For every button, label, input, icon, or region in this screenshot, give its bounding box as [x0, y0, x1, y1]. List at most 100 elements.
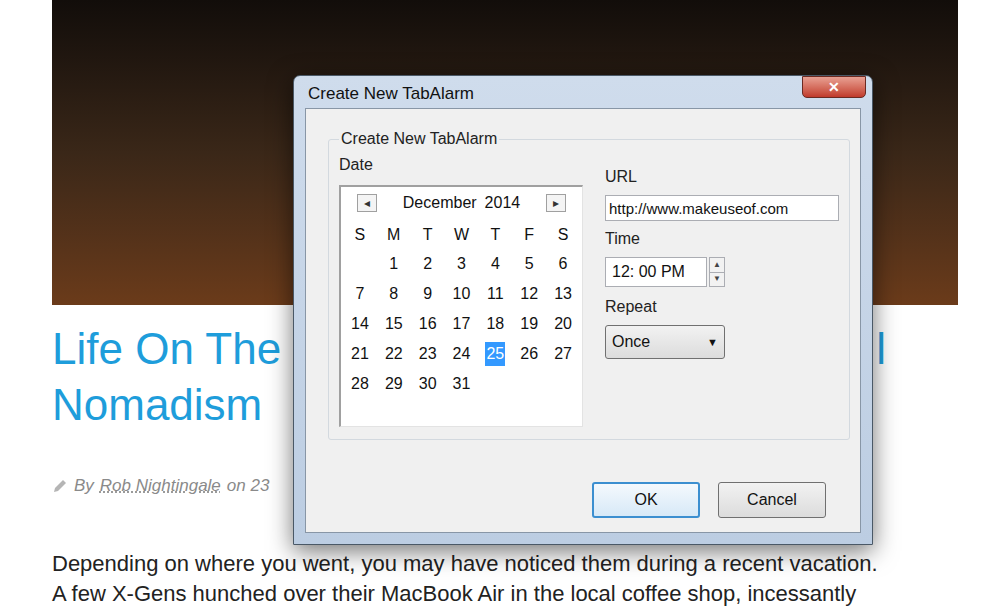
day-cell[interactable]: 19 [512, 312, 546, 336]
day-number[interactable]: 13 [553, 282, 573, 306]
day-cell[interactable]: 28 [343, 372, 377, 396]
day-number[interactable]: 7 [354, 282, 365, 306]
day-number[interactable]: 12 [519, 282, 539, 306]
heading-text[interactable]: Life On The [52, 321, 281, 377]
author-link[interactable]: Rob Nightingale [100, 473, 221, 499]
day-number[interactable]: 8 [388, 282, 399, 306]
cancel-button[interactable]: Cancel [718, 482, 826, 518]
day-number[interactable]: 27 [553, 342, 573, 366]
day-number[interactable]: 20 [553, 312, 573, 336]
body-line: A few X-Gens hunched over their MacBook … [52, 579, 952, 608]
day-cell[interactable]: 21 [343, 342, 377, 366]
day-cell[interactable]: 29 [377, 372, 411, 396]
day-number[interactable]: 2 [422, 252, 433, 276]
day-number[interactable]: 18 [485, 312, 505, 336]
day-cell[interactable]: 15 [377, 312, 411, 336]
next-month-button[interactable]: ▸ [546, 194, 566, 212]
prev-month-button[interactable]: ◂ [357, 194, 377, 212]
month-text[interactable]: December [403, 191, 477, 215]
day-cell[interactable]: 5 [512, 252, 546, 276]
day-number[interactable]: 23 [418, 342, 438, 366]
day-number[interactable]: 21 [350, 342, 370, 366]
day-number[interactable]: 11 [486, 282, 505, 306]
repeat-dropdown[interactable]: Once ▼ [605, 325, 725, 359]
spin-up-button[interactable]: ▲ [710, 258, 724, 273]
year-text[interactable]: 2014 [485, 191, 521, 215]
day-cell[interactable]: 22 [377, 342, 411, 366]
day-number[interactable]: 30 [418, 372, 438, 396]
day-number[interactable]: 1 [388, 252, 399, 276]
day-cell[interactable]: 16 [411, 312, 445, 336]
calendar-header: ◂ December 2014 ▸ [343, 191, 580, 215]
day-number[interactable]: 25 [485, 342, 505, 366]
day-cell[interactable]: 14 [343, 312, 377, 336]
day-cell[interactable]: 24 [445, 342, 479, 366]
day-cell[interactable]: 26 [512, 342, 546, 366]
day-number[interactable]: 15 [384, 312, 404, 336]
day-cell[interactable]: 18 [478, 312, 512, 336]
url-label: URL [605, 165, 839, 189]
day-cell[interactable]: 6 [546, 252, 580, 276]
fields-column: URLTime12: 00 PM▲▼RepeatOnce▼ [605, 153, 839, 427]
day-number[interactable]: 10 [452, 282, 472, 306]
week-row: 21 22 23 24 25 26 27 [343, 339, 580, 369]
weekday: F [512, 223, 546, 247]
group-content: Date◂December2014▸SMTWTFS123456789101112… [339, 153, 839, 427]
day-number[interactable]: 9 [422, 282, 433, 306]
day-cell[interactable]: 23 [411, 342, 445, 366]
time-picker[interactable]: 12: 00 PM▲▼ [605, 257, 839, 287]
spin-down-button[interactable]: ▼ [710, 273, 724, 287]
day-number[interactable]: 24 [452, 342, 472, 366]
day-cell[interactable]: 30 [411, 372, 445, 396]
group-box: Create New TabAlarmDate◂December2014▸SMT… [328, 127, 850, 440]
day-number[interactable]: 16 [418, 312, 438, 336]
day-number[interactable]: 26 [519, 342, 539, 366]
day-number[interactable]: 5 [524, 252, 535, 276]
day-number[interactable]: 3 [456, 252, 467, 276]
day-cell[interactable]: 12 [512, 282, 546, 306]
repeat-value: Once [612, 330, 650, 354]
day-cell[interactable]: 8 [377, 282, 411, 306]
dropdown-arrow-icon: ▼ [707, 334, 718, 351]
day-number[interactable]: 31 [452, 372, 472, 396]
day-number[interactable]: 4 [490, 252, 501, 276]
day-number[interactable]: 17 [452, 312, 472, 336]
month-year: December 2014 [403, 191, 520, 215]
day-cell[interactable]: 7 [343, 282, 377, 306]
day-cell[interactable]: 9 [411, 282, 445, 306]
week-row: 14 15 16 17 18 19 20 [343, 309, 580, 339]
week-row: 28 29 30 31 [343, 369, 580, 399]
day-cell[interactable]: 17 [445, 312, 479, 336]
time-field[interactable]: 12: 00 PM [605, 257, 707, 287]
day-number[interactable]: 14 [350, 312, 370, 336]
day-number[interactable]: 28 [350, 372, 370, 396]
day-number[interactable]: 22 [384, 342, 404, 366]
day-number[interactable]: 19 [519, 312, 539, 336]
day-cell[interactable]: 10 [445, 282, 479, 306]
week-row: 123456 [343, 249, 580, 279]
day-number[interactable]: 29 [384, 372, 404, 396]
day-cell[interactable]: 2 [411, 252, 445, 276]
date-label: Date [339, 153, 583, 177]
ok-button[interactable]: OK [592, 482, 700, 518]
pencil-icon [52, 478, 68, 494]
weekday: S [546, 223, 580, 247]
day-cell[interactable]: 20 [546, 312, 580, 336]
weekday: S [343, 223, 377, 247]
day-cell[interactable]: 25 [478, 342, 512, 366]
url-field[interactable] [605, 195, 839, 221]
day-cell[interactable]: 3 [445, 252, 479, 276]
month-calendar[interactable]: ◂December2014▸SMTWTFS1234567891011121314… [339, 185, 583, 427]
day-number[interactable]: 6 [558, 252, 569, 276]
day-cell[interactable]: 13 [546, 282, 580, 306]
day-cell[interactable]: 31 [445, 372, 479, 396]
day-cell[interactable]: 11 [478, 282, 512, 306]
dialog-client: Create New TabAlarmDate◂December2014▸SMT… [305, 108, 861, 533]
close-button[interactable]: ✕ [802, 76, 866, 98]
heading-text[interactable]: l [876, 321, 886, 377]
tabalarm-dialog: Create New TabAlarm✕Create New TabAlarmD… [293, 75, 873, 545]
day-cell[interactable]: 4 [478, 252, 512, 276]
day-cell[interactable]: 1 [377, 252, 411, 276]
day-cell[interactable]: 27 [546, 342, 580, 366]
weekday: M [377, 223, 411, 247]
